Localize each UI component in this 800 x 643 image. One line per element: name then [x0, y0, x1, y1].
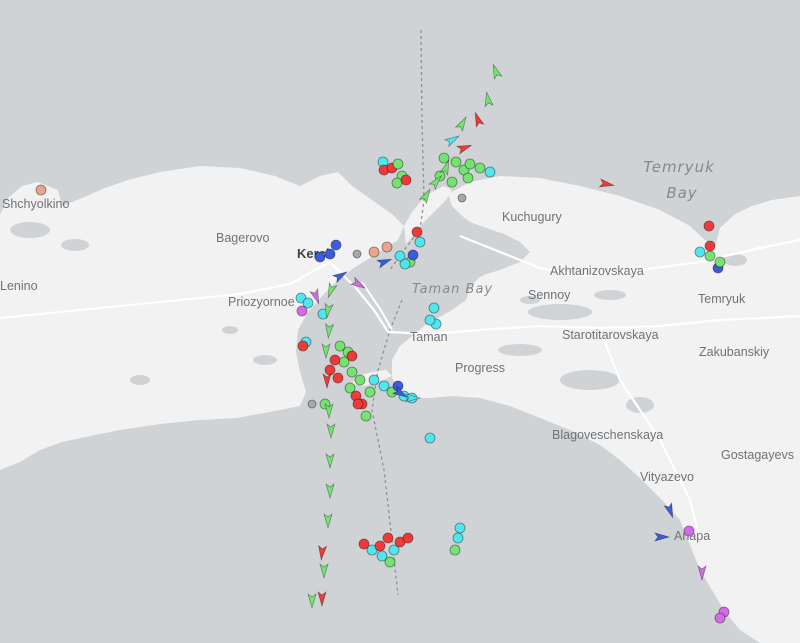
vessel-marker[interactable] [346, 366, 358, 378]
place-starotitarovskaya: Starotitarovskaya [562, 328, 659, 342]
place-shchyolkino: Shchyolkino [2, 197, 69, 211]
vessel-marker[interactable] [452, 532, 464, 544]
vessel-marker[interactable] [474, 162, 486, 174]
place-akhtanizovskaya: Akhtanizovskaya [550, 264, 644, 278]
place-vityazevo: Vityazevo [640, 470, 694, 484]
vessel-marker[interactable] [368, 246, 380, 258]
vessel-marker[interactable] [360, 410, 372, 422]
vessel-marker[interactable] [428, 302, 440, 314]
vessel-marker[interactable] [402, 532, 414, 544]
vessel-marker[interactable] [424, 314, 436, 326]
vessel-map[interactable]: Temryuk Bay Taman Bay Shchyolkino Bagero… [0, 0, 800, 643]
vessel-marker[interactable] [364, 386, 376, 398]
vessel-marker[interactable] [384, 556, 396, 568]
vessel-marker[interactable] [392, 158, 404, 170]
vessel-marker[interactable] [424, 432, 436, 444]
place-temryuk: Temryuk [698, 292, 746, 306]
vessel-marker[interactable] [462, 172, 474, 184]
vessel-marker[interactable] [714, 612, 726, 624]
vessel-marker[interactable] [374, 540, 386, 552]
vessel-marker[interactable] [454, 522, 466, 534]
vessel-marker[interactable] [464, 158, 476, 170]
lake [594, 290, 626, 300]
vessel-marker[interactable] [329, 354, 341, 366]
lake [222, 326, 238, 334]
vessel-marker[interactable] [346, 350, 358, 362]
place-blagoveschenskaya: Blagoveschenskaya [552, 428, 663, 442]
vessel-marker[interactable] [394, 250, 406, 262]
vessel-marker[interactable] [694, 246, 706, 258]
lake [10, 222, 50, 238]
vessel-marker[interactable] [446, 176, 458, 188]
lake [528, 304, 592, 320]
vessel-marker[interactable] [368, 374, 380, 386]
vessel-marker[interactable] [324, 248, 336, 260]
vessel-marker[interactable] [484, 166, 496, 178]
taman-bay-label: Taman Bay [412, 282, 493, 297]
vessel-marker[interactable] [330, 239, 342, 251]
place-lenino: Lenino [0, 279, 38, 293]
place-kuchugury: Kuchugury [502, 210, 563, 224]
vessel-marker[interactable] [307, 399, 317, 409]
vessel-marker[interactable] [400, 174, 412, 186]
lake [452, 435, 488, 445]
vessel-marker[interactable] [354, 374, 366, 386]
place-zakubanskiy: Zakubanskiy [699, 345, 770, 359]
vessel-marker[interactable] [703, 220, 715, 232]
vessel-marker[interactable] [297, 340, 309, 352]
place-gostagayevskaya: Gostagayevs [721, 448, 794, 462]
vessel-marker[interactable] [683, 525, 695, 537]
vessel-marker[interactable] [714, 256, 726, 268]
lake [130, 375, 150, 385]
vessel-marker[interactable] [457, 193, 467, 203]
vessel-marker[interactable] [296, 305, 308, 317]
vessel-marker[interactable] [450, 156, 462, 168]
vessel-marker[interactable] [704, 240, 716, 252]
place-priozyornoe: Priozyornoe [228, 295, 295, 309]
place-progress: Progress [455, 361, 505, 375]
lake [253, 355, 277, 365]
vessel-marker[interactable] [704, 250, 716, 262]
vessel-marker[interactable] [438, 152, 450, 164]
vessel-marker[interactable] [35, 184, 47, 196]
place-sennoy: Sennoy [528, 288, 571, 302]
lake [560, 370, 620, 390]
vessel-marker[interactable] [352, 249, 362, 259]
vessel-marker[interactable] [391, 177, 403, 189]
lake [61, 239, 89, 251]
map-canvas[interactable]: Temryuk Bay Taman Bay Shchyolkino Bagero… [0, 0, 800, 643]
vessel-marker[interactable] [382, 532, 394, 544]
vessel-marker[interactable] [449, 544, 461, 556]
vessel-marker[interactable] [314, 251, 326, 263]
vessel-marker[interactable] [352, 398, 364, 410]
vessel-marker[interactable] [332, 372, 344, 384]
lake [498, 344, 542, 356]
place-taman: Taman [410, 330, 448, 344]
vessel-marker[interactable] [407, 249, 419, 261]
vessel-marker[interactable] [414, 236, 426, 248]
vessel-marker[interactable] [381, 241, 393, 253]
place-bagerovo: Bagerovo [216, 231, 270, 245]
vessel-marker[interactable] [324, 364, 336, 376]
vessel-marker[interactable] [411, 226, 423, 238]
